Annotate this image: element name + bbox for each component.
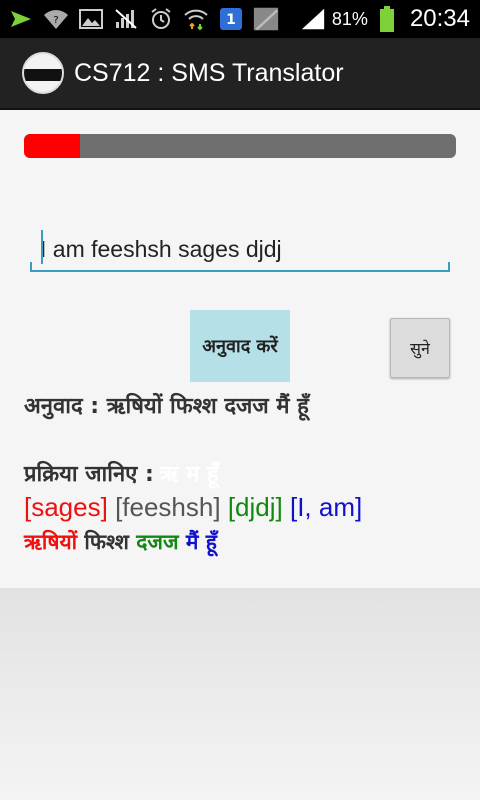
hindi-token-list: ऋषियों फिश्श दजज मैं हूँ [24,528,217,556]
hindi-token: मैं हूँ [185,530,217,554]
hindi-token: ऋषियों [24,530,78,554]
wifi-question-icon: ? [43,7,69,31]
hindi-token: दजज [136,530,179,554]
svg-text:?: ? [53,15,58,26]
clock: 20:34 [409,5,470,32]
text-cursor [41,230,43,264]
english-token-list: [sages] [feeshsh] [djdj] [I, am] [24,492,362,523]
send-icon [8,7,34,31]
alarm-icon [148,7,174,31]
empty-background [0,588,480,800]
signal-icon [300,7,326,31]
translate-button[interactable]: अनुवाद करें [190,310,290,382]
sms-input[interactable] [40,232,440,266]
english-token: [feeshsh] [115,492,221,522]
progress-fill [24,134,81,158]
process-label: प्रक्रिया जानिए : [24,462,154,487]
action-bar: CS712 : SMS Translator [0,38,480,110]
app-logo-icon[interactable] [22,52,64,94]
app-title: CS712 : SMS Translator [74,58,344,87]
wifi-transfer-icon [183,7,209,31]
blue-app-icon: 1 [218,7,244,31]
system-status: 81% 20:34 [300,0,470,38]
progress-bar [24,134,456,158]
no-signal-icon [113,7,139,31]
battery-percent: 81% [331,8,368,29]
main-content: अनुवाद करें सुने अनुवाद : ऋषियों फिश्श द… [0,110,480,588]
image-icon [78,7,104,31]
listen-button[interactable]: सुने [390,318,450,378]
battery-icon [374,6,400,32]
media-icon [253,7,279,31]
english-token: [I, am] [289,492,363,522]
status-bar: ? 1 81% 20:34 [0,0,480,38]
process-faint-text: ऋ म हूँ [159,462,219,487]
english-token: [sages] [24,492,108,522]
sms-input-field[interactable] [30,228,450,272]
process-heading: प्रक्रिया जानिए :ऋ म हूँ [24,458,219,488]
svg-text:1: 1 [226,12,236,28]
notification-icons: ? 1 [0,7,279,31]
hindi-token: फिश्श [84,530,129,554]
english-token: [djdj] [227,492,283,522]
translation-result: अनुवाद : ऋषियों फिश्श दजज मैं हूँ [24,394,309,419]
